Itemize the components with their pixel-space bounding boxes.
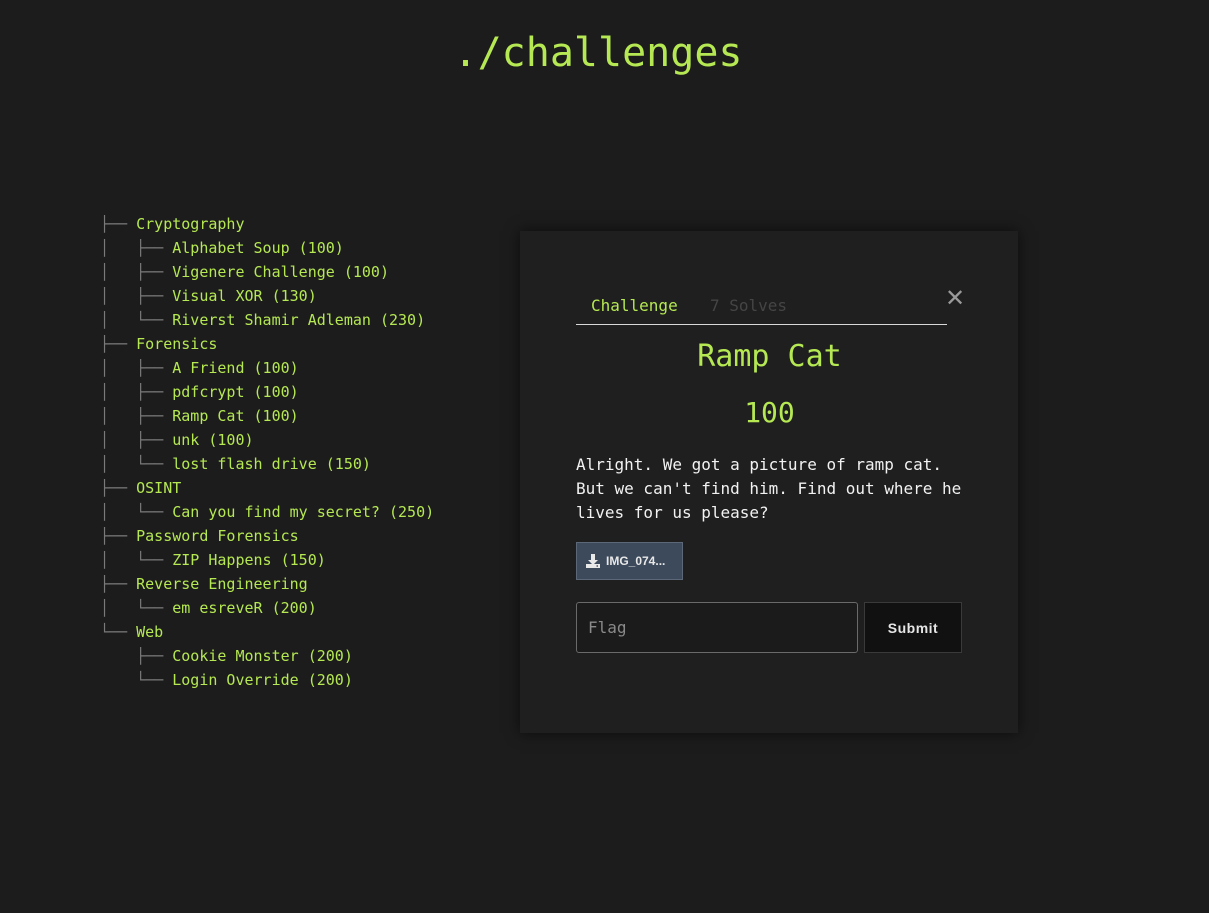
page-title: ./challenges <box>453 30 743 76</box>
tree-branch-lines: └── <box>100 623 137 641</box>
category-label: OSINT <box>136 479 182 497</box>
challenge-link[interactable]: em esreveR (200) <box>172 599 317 617</box>
tab-challenge[interactable]: Challenge <box>591 296 678 315</box>
modal-tabs: Challenge 7 Solves <box>576 291 947 325</box>
category-label: Cryptography <box>136 215 245 233</box>
tree-branch-lines: │ ├── <box>100 359 173 377</box>
challenge-link[interactable]: Ramp Cat (100) <box>172 407 298 425</box>
category-label: Forensics <box>136 335 218 353</box>
close-icon[interactable]: ✕ <box>944 286 966 310</box>
tree-branch-lines: │ ├── <box>100 239 173 257</box>
tree-branch-lines: ├── <box>100 575 137 593</box>
challenge-link[interactable]: unk (100) <box>172 431 253 449</box>
tree-category: ├── Forensics <box>100 332 434 356</box>
flag-input[interactable] <box>576 602 858 653</box>
challenge-link[interactable]: Vigenere Challenge (100) <box>172 263 389 281</box>
challenge-link[interactable]: pdfcrypt (100) <box>172 383 298 401</box>
tree-branch-lines: ├── <box>100 215 137 233</box>
challenge-value: 100 <box>744 396 795 429</box>
challenge-link[interactable]: Riverst Shamir Adleman (230) <box>172 311 425 329</box>
tree-challenge-item[interactable]: │ ├── Ramp Cat (100) <box>100 404 434 428</box>
tree-branch-lines: ├── <box>100 647 173 665</box>
tree-category: └── Web <box>100 620 434 644</box>
tree-challenge-item[interactable]: │ └── em esreveR (200) <box>100 596 434 620</box>
challenge-link[interactable]: Login Override (200) <box>172 671 353 689</box>
tree-category: ├── Reverse Engineering <box>100 572 434 596</box>
challenge-link[interactable]: Alphabet Soup (100) <box>172 239 344 257</box>
file-name: IMG_074... <box>606 554 666 568</box>
tree-challenge-item[interactable]: │ ├── Vigenere Challenge (100) <box>100 260 434 284</box>
challenge-description: Alright. We got a picture of ramp cat. B… <box>576 455 962 522</box>
tree-branch-lines: ├── <box>100 335 137 353</box>
category-label: Web <box>136 623 164 641</box>
tree-branch-lines: ├── <box>100 527 137 545</box>
challenge-link[interactable]: Cookie Monster (200) <box>172 647 353 665</box>
challenge-link[interactable]: Can you find my secret? (250) <box>172 503 434 521</box>
submit-button[interactable]: Submit <box>864 602 962 653</box>
tree-branch-lines: │ └── <box>100 455 173 473</box>
tree-challenge-item[interactable]: │ ├── A Friend (100) <box>100 356 434 380</box>
tree-category: ├── OSINT <box>100 476 434 500</box>
challenge-link[interactable]: Visual XOR (130) <box>172 287 317 305</box>
tree-branch-lines: │ └── <box>100 311 173 329</box>
tree-branch-lines: │ ├── <box>100 431 173 449</box>
tree-branch-lines: │ └── <box>100 599 173 617</box>
tree-challenge-item[interactable]: │ ├── Alphabet Soup (100) <box>100 236 434 260</box>
tree-branch-lines: │ ├── <box>100 287 173 305</box>
challenge-link[interactable]: ZIP Happens (150) <box>172 551 326 569</box>
tree-branch-lines: │ └── <box>100 503 173 521</box>
tree-category: ├── Password Forensics <box>100 524 434 548</box>
download-icon <box>586 554 600 568</box>
category-label: Reverse Engineering <box>136 575 308 593</box>
tree-challenge-item[interactable]: │ └── Riverst Shamir Adleman (230) <box>100 308 434 332</box>
tree-branch-lines: └── <box>100 671 173 689</box>
challenge-name: Ramp Cat <box>697 339 842 374</box>
challenge-link[interactable]: lost flash drive (150) <box>172 455 371 473</box>
tree-challenge-item[interactable]: │ ├── pdfcrypt (100) <box>100 380 434 404</box>
challenge-link[interactable]: A Friend (100) <box>172 359 298 377</box>
tree-branch-lines: │ ├── <box>100 263 173 281</box>
tree-challenge-item[interactable]: ├── Cookie Monster (200) <box>100 644 434 668</box>
tree-branch-lines: │ └── <box>100 551 173 569</box>
tree-challenge-item[interactable]: │ ├── Visual XOR (130) <box>100 284 434 308</box>
challenge-tree: ├── Cryptography │ ├── Alphabet Soup (100… <box>100 212 434 692</box>
tree-branch-lines: ├── <box>100 479 137 497</box>
tree-challenge-item[interactable]: │ ├── unk (100) <box>100 428 434 452</box>
tree-branch-lines: │ ├── <box>100 383 173 401</box>
tree-challenge-item[interactable]: │ └── ZIP Happens (150) <box>100 548 434 572</box>
tree-category: ├── Cryptography <box>100 212 434 236</box>
tree-challenge-item[interactable]: │ └── Can you find my secret? (250) <box>100 500 434 524</box>
challenge-modal: Challenge 7 Solves ✕ Ramp Cat 100 Alrigh… <box>520 231 1018 733</box>
download-file-button[interactable]: IMG_074... <box>576 542 683 580</box>
tree-challenge-item[interactable]: │ └── lost flash drive (150) <box>100 452 434 476</box>
category-label: Password Forensics <box>136 527 299 545</box>
tree-challenge-item[interactable]: └── Login Override (200) <box>100 668 434 692</box>
tree-branch-lines: │ ├── <box>100 407 173 425</box>
tab-solves[interactable]: 7 Solves <box>710 296 787 315</box>
